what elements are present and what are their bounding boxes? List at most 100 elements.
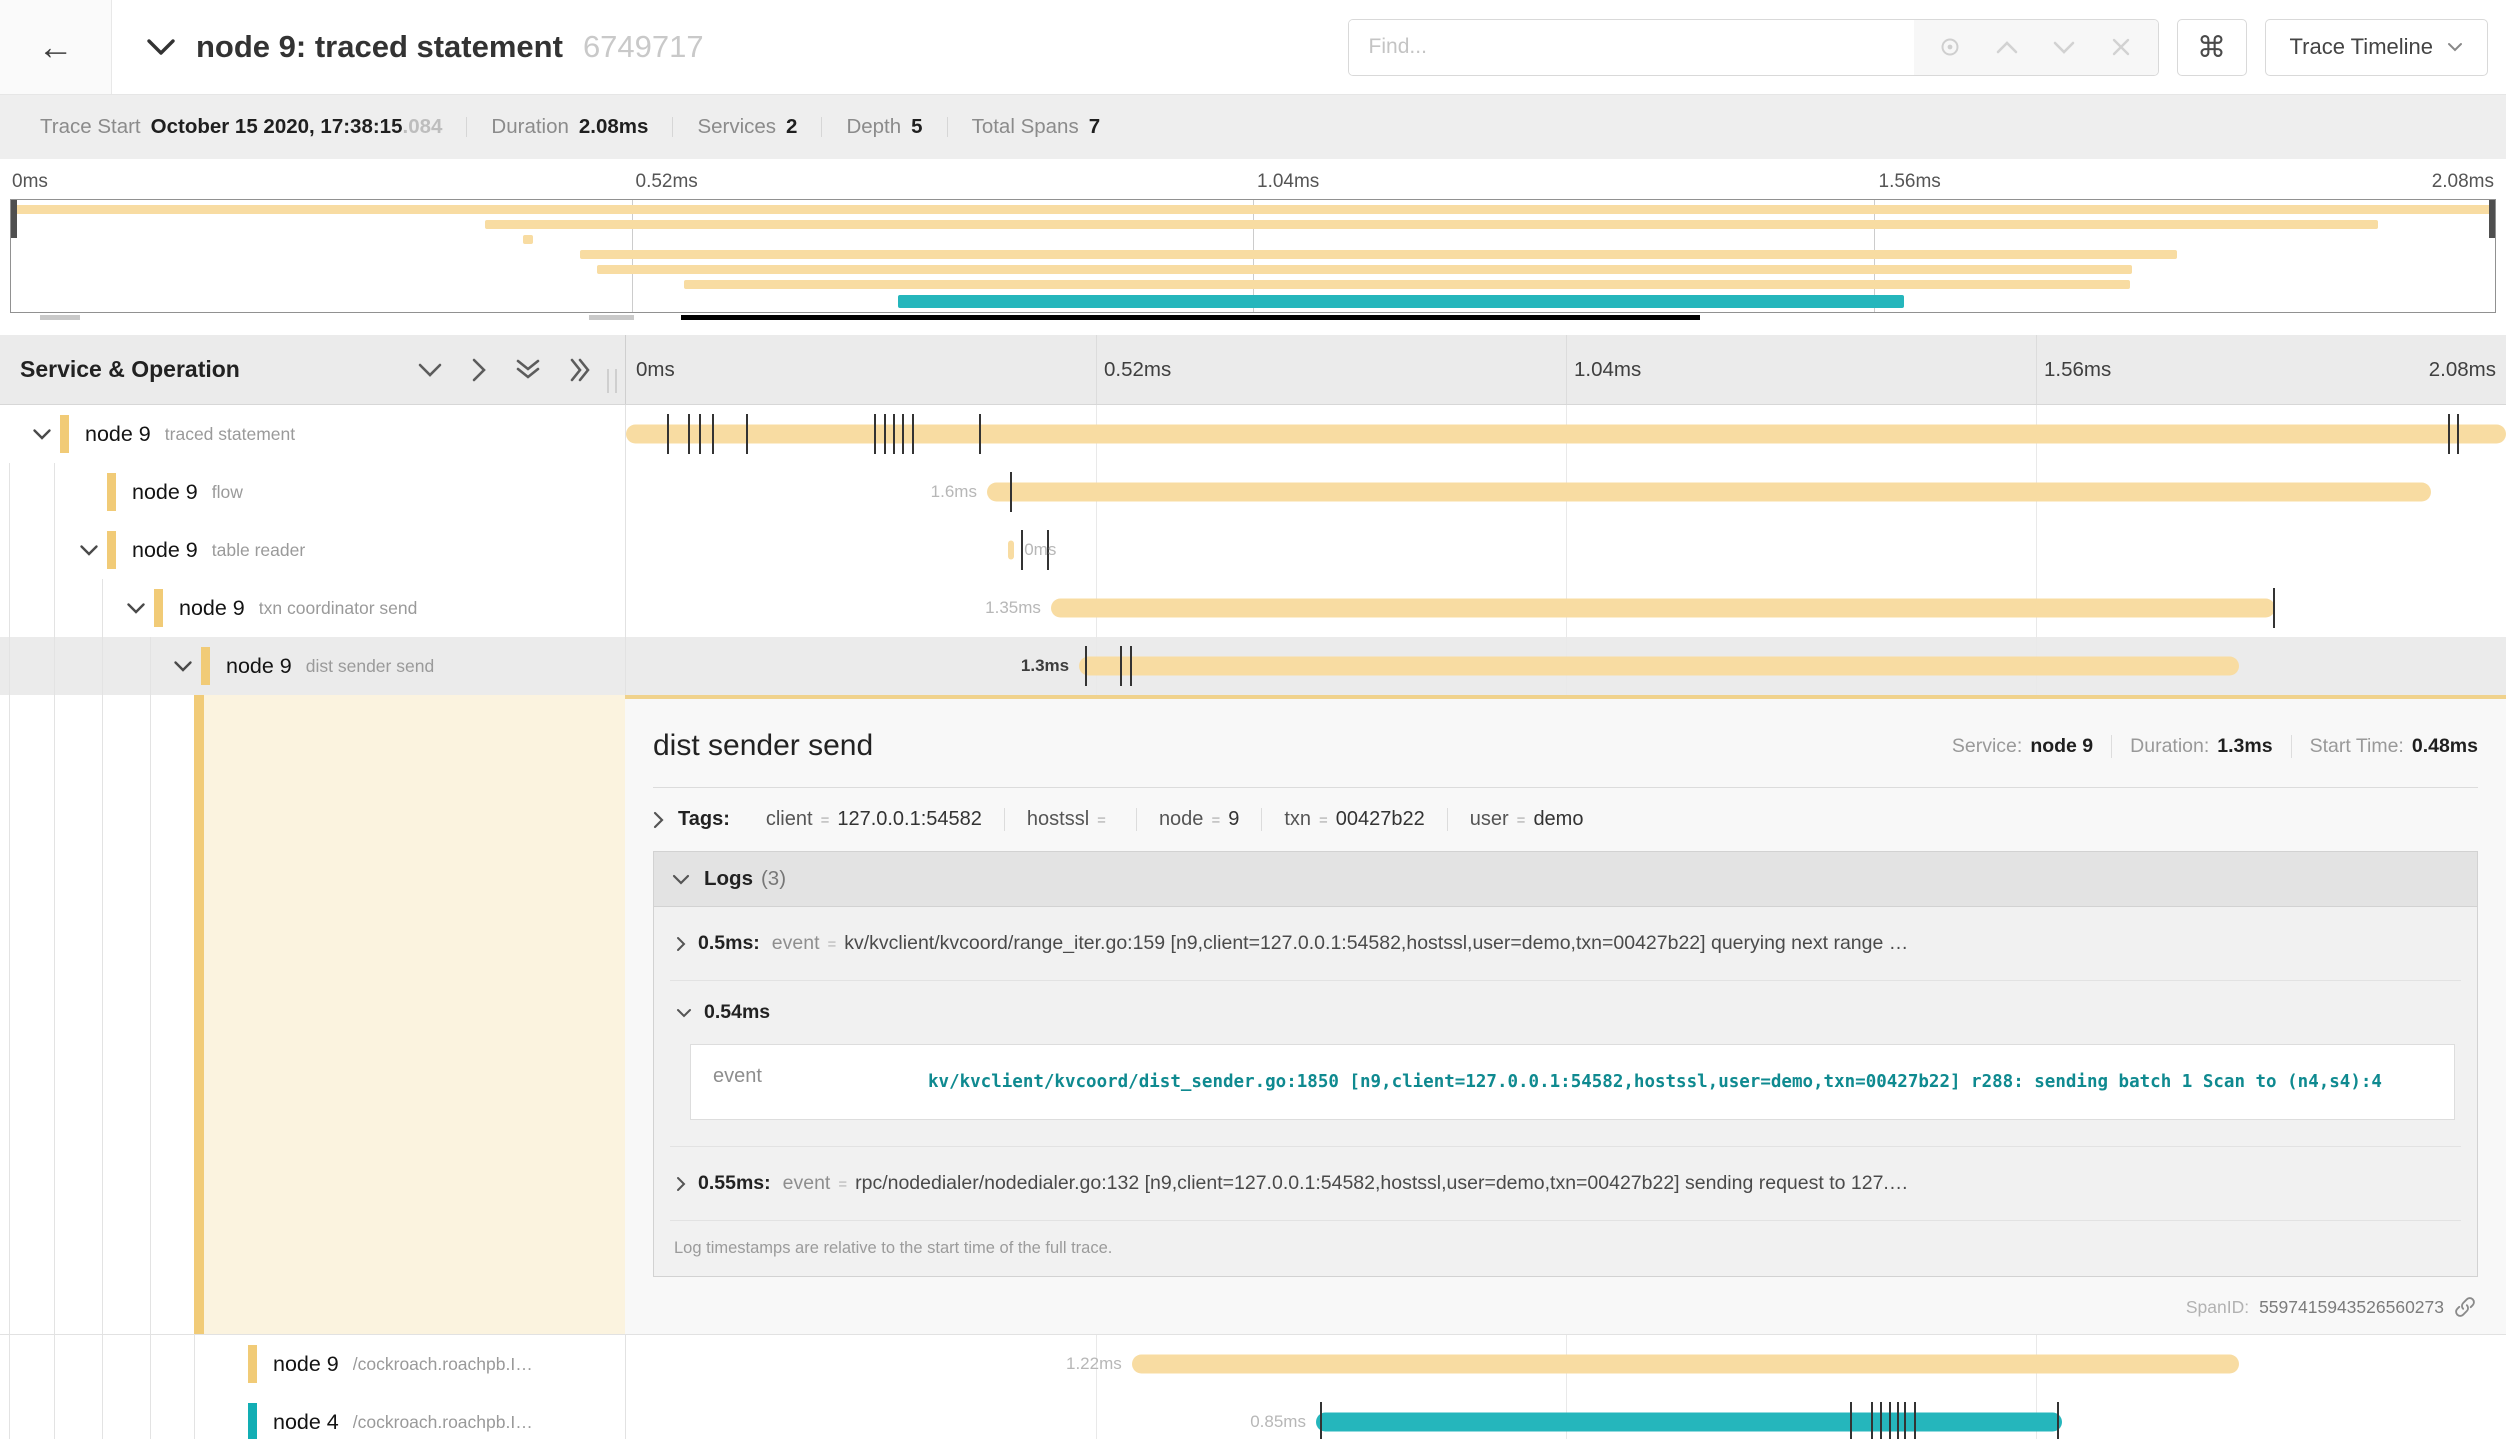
span-name-cell[interactable]: node 9table reader [0, 521, 625, 579]
logs-header[interactable]: Logs (3) [654, 852, 2477, 907]
collapse-all-double-chevron-down-icon[interactable] [515, 358, 541, 382]
collapse-one-chevron-down-icon[interactable] [417, 362, 443, 378]
span-timeline-cell[interactable]: 0.85ms [625, 1393, 2506, 1439]
service-operation-title: Service & Operation [20, 356, 240, 383]
span-duration-bar[interactable] [1132, 1355, 2239, 1374]
span-duration-bar[interactable] [1008, 541, 1015, 560]
copy-link-icon[interactable] [2454, 1296, 2476, 1318]
expand-one-chevron-right-icon[interactable] [471, 357, 487, 383]
tag-equals: = [1319, 812, 1328, 829]
detail-service: Service: node 9 [1934, 735, 2111, 758]
stat-total-spans: Total Spans 7 [947, 117, 1125, 138]
span-duration-label: 1.35ms [985, 598, 1041, 618]
back-button[interactable]: ← [0, 0, 112, 94]
span-collapse-chevron-icon[interactable] [118, 602, 154, 615]
timeline-gridline [1096, 1393, 1097, 1439]
span-log-marker [1085, 646, 1087, 686]
log-collapse-chevron-down-icon[interactable] [676, 1008, 692, 1018]
span-timeline-cell[interactable] [625, 405, 2506, 463]
span-name-cell[interactable]: node 9/cockroach.roachpb.I… [0, 1335, 625, 1393]
span-name-content: node 9/cockroach.roachpb.I… [0, 1345, 533, 1383]
column-resizer-grip[interactable] [607, 369, 617, 393]
span-row[interactable]: node 9dist sender send1.3ms [0, 637, 2506, 695]
span-timeline-cell[interactable]: 1.6ms [625, 463, 2506, 521]
log-timestamp: 0.55ms: [698, 1172, 771, 1195]
span-duration-bar[interactable] [1079, 657, 2239, 676]
span-duration-bar[interactable] [626, 425, 2506, 444]
log-equals: = [828, 936, 837, 953]
minimap-scrubber-left[interactable] [11, 200, 17, 238]
minimap-drag-handle[interactable] [589, 315, 634, 320]
tag-equals: = [1211, 812, 1220, 829]
trace-minimap: 0ms 0.52ms 1.04ms 1.56ms 2.08ms [0, 159, 2506, 323]
span-row[interactable]: node 4/cockroach.roachpb.I…0.85ms [0, 1393, 2506, 1439]
span-name-cell[interactable]: node 9dist sender send [0, 637, 625, 695]
stat-services: Services 2 [672, 117, 821, 138]
span-row[interactable]: node 9/cockroach.roachpb.I… 1.22ms [0, 1335, 2506, 1393]
log-expand-chevron-right-icon[interactable] [676, 1176, 686, 1192]
detail-meta: Service: node 9 Duration: 1.3ms Start Ti… [1934, 735, 2478, 758]
span-duration-bar[interactable] [1316, 1413, 2062, 1432]
minimap-drag-handle[interactable] [40, 315, 80, 320]
span-timeline-cell[interactable]: 1.22ms [625, 1335, 2506, 1393]
timeline-tick: 1.56ms [2044, 358, 2111, 382]
log-expand-chevron-right-icon[interactable] [676, 936, 686, 952]
span-row[interactable]: node 9flow 1.6ms [0, 463, 2506, 521]
span-name-cell[interactable]: node 9txn coordinator send [0, 579, 625, 637]
prev-result-chevron-up-icon[interactable] [1979, 40, 2036, 55]
clear-search-close-icon[interactable] [2093, 37, 2150, 57]
span-log-marker [1904, 1402, 1906, 1439]
log-entry-2-header[interactable]: 0.54ms [676, 1001, 2455, 1024]
timeline-tick: 0ms [636, 358, 675, 382]
span-log-marker [1130, 646, 1132, 686]
span-timeline-cell[interactable]: 0ms [625, 521, 2506, 579]
focus-target-icon[interactable] [1922, 35, 1979, 59]
tags-list: client=127.0.0.1:54582hostssl=node=9txn=… [744, 808, 1606, 831]
span-row[interactable]: node 9traced statement [0, 405, 2506, 463]
span-timeline-cell[interactable]: 1.3ms [625, 637, 2506, 695]
span-log-marker [874, 414, 876, 454]
span-duration-label: 1.6ms [931, 482, 977, 502]
minimap-span-bar [11, 205, 2495, 214]
timeline-gridline [1096, 521, 1097, 579]
log-equals: = [838, 1176, 847, 1193]
span-name-cell[interactable]: node 4/cockroach.roachpb.I… [0, 1393, 625, 1439]
detail-duration-label: Duration: [2130, 735, 2209, 758]
span-row[interactable]: node 9txn coordinator send 1.35ms [0, 579, 2506, 637]
span-collapse-chevron-icon[interactable] [165, 660, 201, 673]
find-input[interactable] [1349, 20, 1914, 75]
tags-expand-chevron-right-icon[interactable] [653, 811, 664, 829]
next-result-chevron-down-icon[interactable] [2036, 40, 2093, 55]
span-name-cell[interactable]: node 9flow [0, 463, 625, 521]
keyboard-shortcuts-button[interactable]: ⌘ [2177, 19, 2247, 76]
span-log-marker [1897, 1402, 1899, 1439]
timeline-tick: 2.08ms [2429, 358, 2496, 382]
span-row[interactable]: node 9table reader0ms [0, 521, 2506, 579]
span-duration-bar[interactable] [1051, 599, 2275, 618]
view-type-dropdown[interactable]: Trace Timeline [2265, 19, 2488, 76]
log-entry-1[interactable]: 0.5ms: event = kv/kvclient/kvcoord/range… [670, 907, 2461, 981]
stat-trace-start: Trace Start October 15 2020, 17:38:15.08… [16, 117, 466, 138]
minimap-view-range-line[interactable] [681, 315, 1700, 320]
span-collapse-chevron-icon[interactable] [24, 428, 60, 441]
span-duration-bar[interactable] [987, 483, 2431, 502]
span-timeline-cell[interactable]: 1.35ms [625, 579, 2506, 637]
span-name-cell[interactable]: node 9traced statement [0, 405, 625, 463]
minimap-tick-labels: 0ms 0.52ms 1.04ms 1.56ms 2.08ms [10, 167, 2496, 199]
expand-all-double-chevron-right-icon[interactable] [569, 357, 593, 383]
tags-row[interactable]: Tags: client=127.0.0.1:54582hostssl=node… [653, 808, 2478, 831]
tag-value: demo [1533, 808, 1583, 831]
span-operation-name: table reader [212, 540, 305, 561]
span-collapse-chevron-icon[interactable] [71, 544, 107, 557]
find-controls [1914, 20, 2158, 75]
minimap-scrubber-right[interactable] [2489, 200, 2495, 238]
minimap-underbar [10, 313, 2496, 323]
logs-collapse-chevron-down-icon[interactable] [672, 867, 690, 891]
stat-label: Depth [846, 117, 901, 138]
collapse-trace-chevron-icon[interactable] [146, 38, 176, 56]
minimap-canvas[interactable] [10, 199, 2496, 313]
log-entry-3[interactable]: 0.55ms: event = rpc/nodedialer/nodediale… [670, 1147, 2461, 1221]
span-log-marker [1021, 530, 1023, 570]
span-log-marker [1871, 1402, 1873, 1439]
log-entry-2-expanded: 0.54ms event kv/kvclient/kvcoord/dist_se… [670, 981, 2461, 1147]
